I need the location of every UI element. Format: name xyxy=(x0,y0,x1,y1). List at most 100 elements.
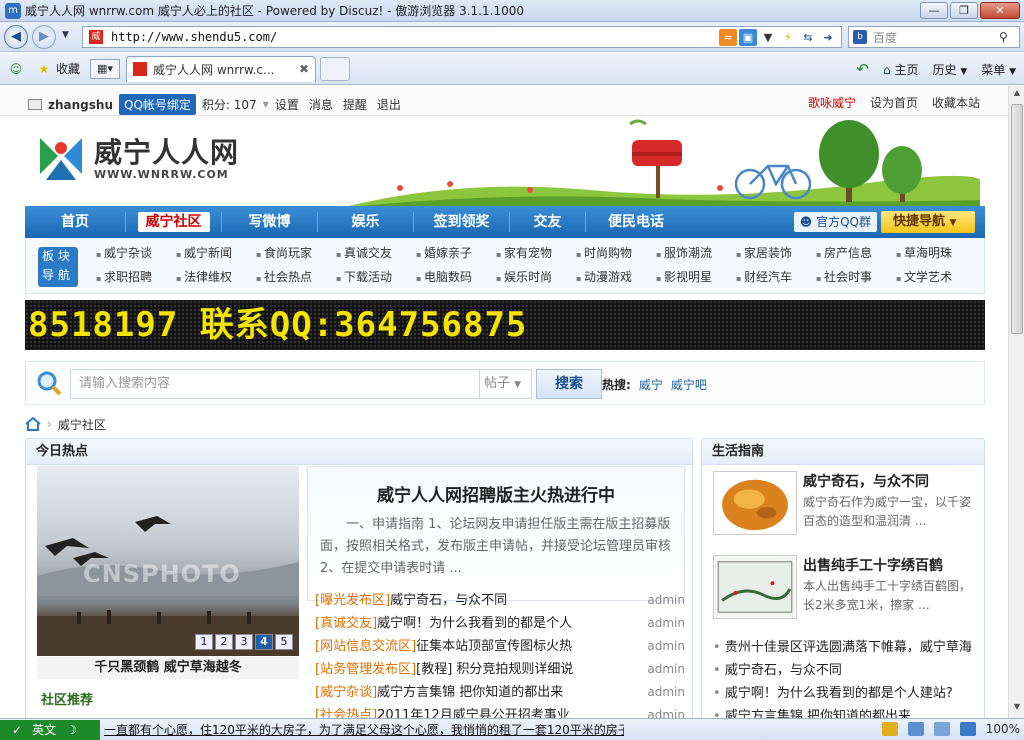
thread-category[interactable]: [站务管理发布区] xyxy=(315,658,416,681)
browser-search-box[interactable]: b 百度 ⚲ xyxy=(848,26,1020,48)
search-icon[interactable]: ⚲ xyxy=(999,30,1019,44)
go-arrow-icon[interactable]: ➜ xyxy=(819,29,837,46)
breadcrumb-current[interactable]: 威宁社区 xyxy=(58,416,106,433)
username-link[interactable]: zhangshu xyxy=(48,98,113,112)
thread-author[interactable]: admin xyxy=(639,681,685,704)
board-link[interactable]: 下载活动 xyxy=(336,268,416,292)
new-tab-button[interactable] xyxy=(320,56,351,81)
featured-title[interactable]: 威宁人人网招聘版主火热进行中 xyxy=(308,481,684,506)
life-item-title[interactable]: 出售纯手工十字绣百鹤 xyxy=(803,555,943,575)
thread-category[interactable]: [真诚交友] xyxy=(315,612,377,635)
life-link[interactable]: 威宁方言集锦 把你知道的都出来 xyxy=(713,705,979,718)
scroll-down-icon[interactable]: ▼ xyxy=(1011,702,1023,716)
main-menu-button[interactable]: 菜单 ▼ xyxy=(981,61,1016,78)
minimize-button[interactable]: — xyxy=(920,2,948,19)
logout-link[interactable]: 退出 xyxy=(377,96,401,113)
back-button[interactable]: ◀ xyxy=(4,25,28,49)
slide-page-button[interactable]: 4 xyxy=(255,634,273,650)
address-dropdown-icon[interactable]: ▼ xyxy=(759,29,777,46)
thread-author[interactable]: admin xyxy=(639,589,685,612)
life-item-title[interactable]: 威宁奇石，与众不同 xyxy=(803,471,929,491)
thread-title[interactable]: 2011年12月威宁县公开招考事业 xyxy=(377,704,639,718)
board-link[interactable]: 求职招聘 xyxy=(96,268,176,292)
led-ad-banner[interactable]: 8518197 联系QQ:364756875 xyxy=(25,300,985,350)
search-input[interactable]: 请输入搜索内容 xyxy=(70,369,480,399)
board-link[interactable]: 家居装饰 xyxy=(736,244,816,268)
thread-row[interactable]: [威宁杂谈] 威宁方言集锦 把你知道的都出来 admin xyxy=(315,681,685,704)
close-window-button[interactable]: ✕ xyxy=(980,2,1020,19)
forward-button[interactable]: ▶ xyxy=(32,25,56,49)
board-link[interactable]: 时尚购物 xyxy=(576,244,656,268)
reminders-link[interactable]: 提醒 xyxy=(343,96,367,113)
search-scope-select[interactable]: 帖子 ▼ xyxy=(480,369,532,399)
download-icon[interactable] xyxy=(881,722,898,736)
board-link[interactable]: 服饰潮流 xyxy=(656,244,736,268)
thread-row[interactable]: [站务管理发布区] [教程] 积分竞拍规则详细说 admin xyxy=(315,658,685,681)
snapshot-icon[interactable]: ▣ xyxy=(739,29,757,46)
nav-home[interactable]: 首页 xyxy=(25,206,125,238)
mute-icon[interactable] xyxy=(933,722,950,736)
bookmark-site-link[interactable]: 收藏本站 xyxy=(932,94,980,111)
search-button[interactable]: 搜索 xyxy=(536,369,602,399)
favorites-button[interactable]: ★ 收藏 xyxy=(36,60,80,77)
thread-row[interactable]: [社会热点] 2011年12月威宁县公开招考事业 admin xyxy=(315,704,685,718)
home-button[interactable]: ⌂ 主页 xyxy=(883,61,918,78)
board-link[interactable]: 威宁杂谈 xyxy=(96,244,176,268)
lightning-icon[interactable]: ⚡ xyxy=(779,29,797,46)
slide-page-button[interactable]: 2 xyxy=(215,634,233,650)
nav-dating[interactable]: 交友 xyxy=(510,206,585,238)
nav-phone-directory[interactable]: 便民电话 xyxy=(586,206,686,238)
board-link[interactable]: 威宁新闻 xyxy=(176,244,256,268)
nav-weining-community[interactable]: 威宁社区 xyxy=(126,206,221,238)
hot-search-link[interactable]: 威宁 xyxy=(639,376,663,393)
board-link[interactable]: 真诚交友 xyxy=(336,244,416,268)
thread-title[interactable]: 威宁奇石，与众不同 xyxy=(390,589,639,612)
thread-row[interactable]: [曝光发布区] 威宁奇石，与众不同 admin xyxy=(315,589,685,612)
history-menu-button[interactable]: 历史 ▼ xyxy=(932,61,967,78)
slideshow-image[interactable]: CNSPHOTO 12345 xyxy=(37,466,299,656)
thread-author[interactable]: admin xyxy=(639,658,685,681)
history-dropdown-icon[interactable]: ▼ xyxy=(62,30,69,40)
qq-bind-button[interactable]: QQ帐号绑定 xyxy=(119,94,196,115)
life-link[interactable]: 威宁奇石，与众不同 xyxy=(713,659,979,682)
address-bar[interactable]: 威 http://www.shendu5.com/ ≈ ▣ ▼ ⚡ ⇆ ➜ xyxy=(82,26,842,48)
life-link[interactable]: 贵州十佳景区评选圆满落下帷幕，威宁草海 xyxy=(713,636,979,659)
thread-category[interactable]: [网站信息交流区] xyxy=(315,635,416,658)
board-link[interactable]: 财经汽车 xyxy=(736,268,816,292)
qq-group-button[interactable]: ☻ 官方QQ群 xyxy=(793,212,877,232)
board-link[interactable]: 家有宠物 xyxy=(496,244,576,268)
sidebar-icon[interactable] xyxy=(907,722,924,736)
thread-title[interactable]: 威宁方言集锦 把你知道的都出来 xyxy=(377,681,639,704)
set-homepage-link[interactable]: 设为首页 xyxy=(870,94,918,111)
thread-row[interactable]: [网站信息交流区] 征集本站顶部宣传图标火热 admin xyxy=(315,635,685,658)
nav-entertainment[interactable]: 娱乐 xyxy=(318,206,413,238)
life-item[interactable]: 威宁奇石，与众不同 威宁奇石作为威宁一宝，以千姿百态的造型和温润清 ... xyxy=(713,471,979,547)
board-link[interactable]: 房产信息 xyxy=(816,244,896,268)
thread-category[interactable]: [曝光发布区] xyxy=(315,589,390,612)
song-weining-link[interactable]: 歌咏威宁 xyxy=(808,94,856,111)
slide-page-button[interactable]: 5 xyxy=(275,634,293,650)
home-icon[interactable] xyxy=(25,417,41,431)
thread-title[interactable]: 征集本站顶部宣传图标火热 xyxy=(416,635,639,658)
points-display[interactable]: 积分: 107 xyxy=(202,96,257,113)
settings-link[interactable]: 设置 xyxy=(275,96,299,113)
rss-icon[interactable]: ≈ xyxy=(719,29,737,46)
nav-write-weibo[interactable]: 写微博 xyxy=(222,206,317,238)
scroll-thumb[interactable] xyxy=(1011,104,1023,334)
slide-page-button[interactable]: 3 xyxy=(235,634,253,650)
messages-link[interactable]: 消息 xyxy=(309,96,333,113)
refresh-icon[interactable]: ⇆ xyxy=(799,29,817,46)
board-link[interactable]: 社会时事 xyxy=(816,268,896,292)
slide-page-button[interactable]: 1 xyxy=(195,634,213,650)
life-link[interactable]: 威宁啊！为什么我看到的都是个人建站? xyxy=(713,682,979,705)
nav-checkin[interactable]: 签到领奖 xyxy=(414,206,509,238)
thread-author[interactable]: admin xyxy=(639,635,685,658)
thread-author[interactable]: admin xyxy=(639,612,685,635)
undo-icon[interactable]: ↶ xyxy=(856,60,869,78)
vertical-scrollbar[interactable]: ▲ ▼ xyxy=(1008,86,1024,718)
browser-tab-active[interactable]: 威宁人人网 wnrrw.c... ✖ xyxy=(126,55,317,82)
tab-overview-button[interactable]: ▦▾ xyxy=(90,58,121,79)
photo-caption[interactable]: 千只黑颈鹤 威宁草海越冬 xyxy=(37,657,299,679)
ime-indicator[interactable]: ✓ 英文 ☽ xyxy=(0,719,100,740)
board-link[interactable]: 草海明珠 xyxy=(896,244,976,268)
